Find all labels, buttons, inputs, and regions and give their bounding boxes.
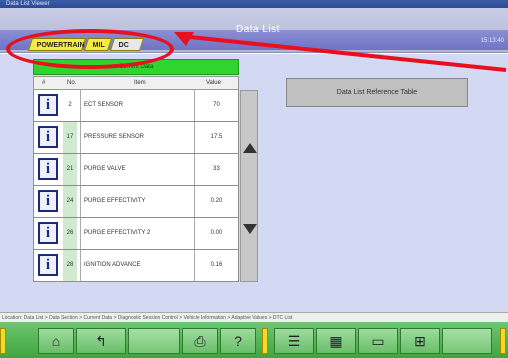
row-number: 17 [63,122,77,153]
row-item-name: PRESSURE SENSOR [80,122,190,153]
graph-button[interactable]: ▦ [316,328,356,354]
toolbar-accent [262,328,268,354]
column-item: Item [134,80,146,86]
info-icon[interactable]: i [38,158,58,180]
info-icon[interactable]: i [38,190,58,212]
home-button[interactable]: ⌂ [38,328,74,354]
window-titlebar: Data List Viewer [0,0,508,8]
layout-icon: ⊞ [414,333,426,349]
info-icon[interactable]: i [38,222,58,244]
column-info: # [42,80,46,86]
toolbar-accent [0,328,6,354]
row-value: 0.16 [194,250,238,281]
row-number: 21 [63,154,77,185]
info-icon[interactable]: i [38,254,58,276]
row-item-name: PURGE EFFECTIVITY [80,186,190,217]
table-row[interactable]: i 17 PRESSURE SENSOR 17.5 [33,122,239,154]
row-value: 33 [194,154,238,185]
row-number: 26 [63,218,77,249]
row-value: 17.5 [194,122,238,153]
annotation-arrow-icon [174,32,507,72]
highlight-ellipse [6,29,174,69]
app-window: Data List Viewer Data List 15:13:40 POWE… [0,0,508,358]
blank-button[interactable] [128,328,180,354]
row-item-name: IGNITION ADVANCE [80,250,190,281]
scroll-up-arrow-icon[interactable] [243,143,257,153]
help-button[interactable]: ? [220,328,256,354]
column-number: No. [67,80,77,86]
info-icon[interactable]: i [38,94,58,116]
back-button[interactable]: ↰ [76,328,126,354]
row-number: 28 [63,250,77,281]
data-rows: i 2 ECT SENSOR 70 i 17 PRESSURE SENSOR 1… [33,90,239,282]
row-item-name: ECT SENSOR [80,90,190,121]
data-list-button[interactable]: ☰ [274,328,314,354]
row-number: 2 [68,102,72,108]
row-item-name: PURGE EFFECTIVITY 2 [80,218,190,249]
row-value: 0.00 [194,218,238,249]
window-icon: ▭ [371,333,385,349]
status-line: Location: Data List > Data Section > Cur… [0,312,508,322]
printer-icon: ⎙ [194,333,206,349]
bottom-toolbar: ⌂ ↰ ⎙ ? ☰ ▦ ▭ ⊞ [0,322,508,358]
row-item-name: PURGE VALVE [80,154,190,185]
table-row[interactable]: i 2 ECT SENSOR 70 [33,90,239,122]
table-row[interactable]: i 21 PURGE VALVE 33 [33,154,239,186]
main-panel: Current Data # No. Item Value i 2 ECT SE… [0,54,508,312]
scroll-down-arrow-icon[interactable] [243,224,257,234]
list-icon: ☰ [287,333,301,349]
table-row[interactable]: i 24 PURGE EFFECTIVITY 0.20 [33,186,239,218]
info-icon[interactable]: i [38,126,58,148]
help-icon: ? [234,333,242,349]
row-number: 24 [63,186,77,217]
chart-icon: ▦ [329,333,343,349]
layout-button[interactable]: ⊞ [400,328,440,354]
scrollbar[interactable] [240,90,258,282]
table-row[interactable]: i 26 PURGE EFFECTIVITY 2 0.00 [33,218,239,250]
view-button[interactable]: ▭ [358,328,398,354]
row-value: 70 [194,90,238,121]
print-button[interactable]: ⎙ [182,328,218,354]
back-icon: ↰ [95,333,107,349]
window-title: Data List Viewer [6,1,50,7]
row-value: 0.20 [194,186,238,217]
toolbar-accent [500,328,506,354]
table-row[interactable]: i 28 IGNITION ADVANCE 0.16 [33,250,239,282]
blank-button[interactable] [442,328,492,354]
home-icon: ⌂ [51,333,61,349]
data-list-panel: Current Data # No. Item Value i 2 ECT SE… [33,59,258,285]
